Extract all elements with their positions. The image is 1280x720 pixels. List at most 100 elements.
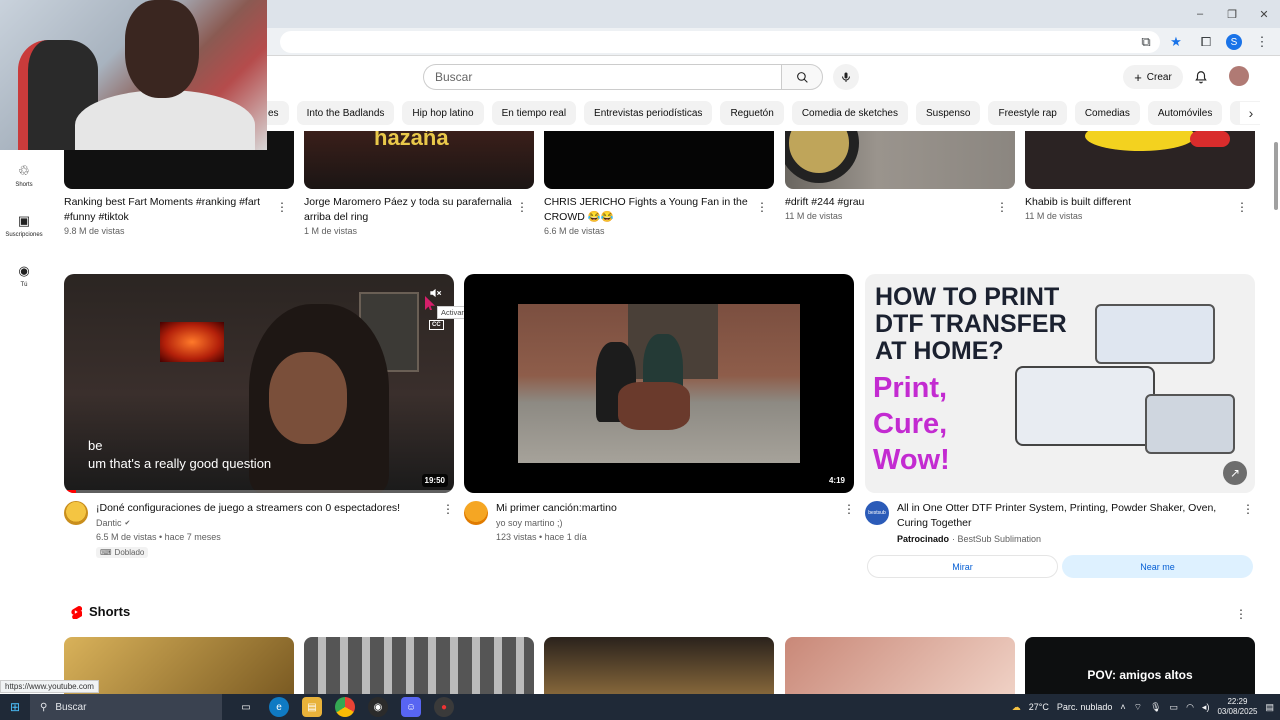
video-card[interactable]: CHRIS JERICHO Fights a Young Fan in the …: [544, 131, 774, 236]
printer-graphic: [1015, 366, 1155, 446]
volume-icon[interactable]: ◂): [1202, 702, 1210, 713]
voice-search-button[interactable]: [833, 64, 859, 90]
chevron-up-icon[interactable]: ˄: [1120, 702, 1125, 712]
minimize-button[interactable]: –: [1184, 0, 1216, 28]
chip[interactable]: Hip hop latino: [402, 101, 484, 125]
more-options-icon[interactable]: ⋮: [995, 200, 1009, 214]
file-explorer-icon[interactable]: ▤: [302, 697, 322, 717]
more-options-icon[interactable]: ⋮: [842, 502, 856, 516]
more-options-icon[interactable]: ⋮: [1235, 200, 1249, 214]
video-card[interactable]: hazaña Jorge Maromero Páez y toda su par…: [304, 131, 534, 236]
browser-menu-icon[interactable]: ⋮: [1252, 32, 1272, 52]
video-thumbnail[interactable]: [785, 131, 1015, 189]
video-title[interactable]: #drift #244 #grau: [785, 195, 995, 210]
ad-thumbnail[interactable]: HOW TO PRINT DTF TRANSFER AT HOME? Print…: [865, 274, 1255, 493]
external-link-button[interactable]: ↗: [1223, 461, 1247, 485]
search-icon: [796, 71, 808, 83]
extensions-icon[interactable]: ⧠: [1196, 32, 1216, 52]
install-app-icon[interactable]: ⧉: [1136, 32, 1156, 52]
channel-name[interactable]: Dantic: [96, 516, 122, 531]
chrome-icon[interactable]: [335, 697, 355, 717]
chip[interactable]: Suspenso: [915, 101, 981, 125]
search-input[interactable]: Buscar: [423, 64, 781, 90]
video-thumbnail[interactable]: [1025, 131, 1255, 189]
task-view-icon[interactable]: ▭: [236, 697, 256, 717]
page-scrollbar[interactable]: [1272, 140, 1280, 692]
chip[interactable]: Reguetón: [720, 101, 784, 125]
bell-icon: [1195, 71, 1207, 84]
video-title[interactable]: Jorge Maromero Páez y toda su parafernal…: [304, 195, 514, 225]
person-shirt: [75, 90, 255, 150]
more-options-icon[interactable]: ⋮: [1241, 502, 1255, 516]
video-title[interactable]: Ranking best Fart Moments #ranking #fart…: [64, 195, 274, 225]
short-thumbnail[interactable]: [304, 637, 534, 697]
chip[interactable]: Automóviles: [1147, 101, 1223, 125]
video-card[interactable]: Khabib is built different 11 M de vistas: [1025, 131, 1255, 221]
chip[interactable]: Comedia de sketches: [791, 101, 908, 125]
video-title[interactable]: Khabib is built different: [1025, 195, 1235, 210]
wifi-icon[interactable]: ◠: [1186, 702, 1194, 713]
thumbnail-graphic: [1190, 131, 1230, 147]
more-options-icon[interactable]: ⋮: [755, 200, 769, 214]
video-meta: 11 M de vistas: [785, 211, 843, 221]
advertiser-name[interactable]: · BestSub Sublimation: [952, 532, 1041, 547]
chip[interactable]: En tiempo real: [491, 101, 577, 125]
chip[interactable]: Freestyle rap: [988, 101, 1067, 125]
battery-icon[interactable]: ▭: [1170, 702, 1179, 713]
short-thumbnail[interactable]: [785, 637, 1015, 697]
channel-avatar[interactable]: [64, 501, 88, 525]
mute-button[interactable]: [426, 284, 444, 302]
near-me-button[interactable]: Near me: [1062, 555, 1253, 578]
notifications-button[interactable]: [1191, 67, 1211, 87]
address-bar[interactable]: [280, 31, 1160, 53]
cc-button[interactable]: CC: [429, 320, 444, 330]
more-options-icon[interactable]: ⋮: [1234, 607, 1248, 621]
microphone-tray-icon[interactable]: 🎙: [1150, 702, 1161, 713]
account-avatar[interactable]: [1229, 66, 1249, 86]
taskbar-search[interactable]: ⚲ Buscar: [30, 694, 222, 720]
close-window-button[interactable]: ✕: [1248, 0, 1280, 28]
video-title[interactable]: Mi primer canción:martino: [496, 501, 836, 516]
scrollbar-thumb[interactable]: [1274, 142, 1278, 210]
network-icon[interactable]: ⌔: [1134, 702, 1142, 713]
more-options-icon[interactable]: ⋮: [441, 502, 455, 516]
discord-icon[interactable]: ☺: [401, 697, 421, 717]
channel-name[interactable]: yo soy martino ;): [496, 516, 563, 531]
short-thumbnail[interactable]: [544, 637, 774, 697]
clock[interactable]: 22:29 03/08/2025: [1217, 697, 1257, 717]
watch-button[interactable]: Mirar: [867, 555, 1058, 578]
windows-start-icon[interactable]: ⊞: [0, 694, 30, 720]
search-button[interactable]: [781, 64, 823, 90]
video-thumbnail[interactable]: hazaña: [304, 131, 534, 189]
ad-title[interactable]: All in One Otter DTF Printer System, Pri…: [897, 501, 1227, 531]
notifications-tray-icon[interactable]: ▤: [1265, 702, 1274, 713]
video-thumbnail[interactable]: [544, 131, 774, 189]
advertiser-avatar[interactable]: bestsub: [865, 501, 889, 525]
recorder-icon[interactable]: ●: [434, 697, 454, 717]
chip[interactable]: Comedias: [1074, 101, 1140, 125]
channel-avatar[interactable]: [464, 501, 488, 525]
sidebar-item-shorts[interactable]: ♲ Shorts: [0, 150, 48, 200]
bookmark-star-icon[interactable]: ★: [1166, 32, 1186, 52]
maximize-button[interactable]: ❐: [1216, 0, 1248, 28]
chip[interactable]: Entrevistas periodísticas: [584, 101, 713, 125]
progress-fill: [64, 490, 76, 493]
sidebar-item-you[interactable]: ◉ Tú: [0, 250, 48, 300]
chip[interactable]: Into the Badlands: [296, 101, 395, 125]
chevron-right-icon[interactable]: ›: [1240, 102, 1262, 124]
video-preview-player[interactable]: be um that's a really good question 19:5…: [64, 274, 454, 493]
progress-bar[interactable]: [64, 490, 454, 493]
windows-taskbar: ⊞ ⚲ Buscar ▭ e ▤ ◉ ☺ ● ☁ 27°C Parc. nubl…: [0, 694, 1280, 720]
video-thumbnail[interactable]: 4:19: [464, 274, 854, 493]
short-thumbnail[interactable]: POV: amigos altos: [1025, 637, 1255, 697]
video-title[interactable]: ¡Doné configuraciones de juego a streame…: [96, 501, 436, 516]
video-card[interactable]: #drift #244 #grau 11 M de vistas: [785, 131, 1015, 221]
more-options-icon[interactable]: ⋮: [275, 200, 289, 214]
video-title[interactable]: CHRIS JERICHO Fights a Young Fan in the …: [544, 195, 754, 225]
browser-profile-avatar[interactable]: S: [1226, 34, 1242, 50]
obs-icon[interactable]: ◉: [368, 697, 388, 717]
more-options-icon[interactable]: ⋮: [515, 200, 529, 214]
create-button[interactable]: + Crear: [1123, 65, 1183, 89]
edge-icon[interactable]: e: [269, 697, 289, 717]
sidebar-item-subscriptions[interactable]: ▣ Suscripciones: [0, 200, 48, 250]
